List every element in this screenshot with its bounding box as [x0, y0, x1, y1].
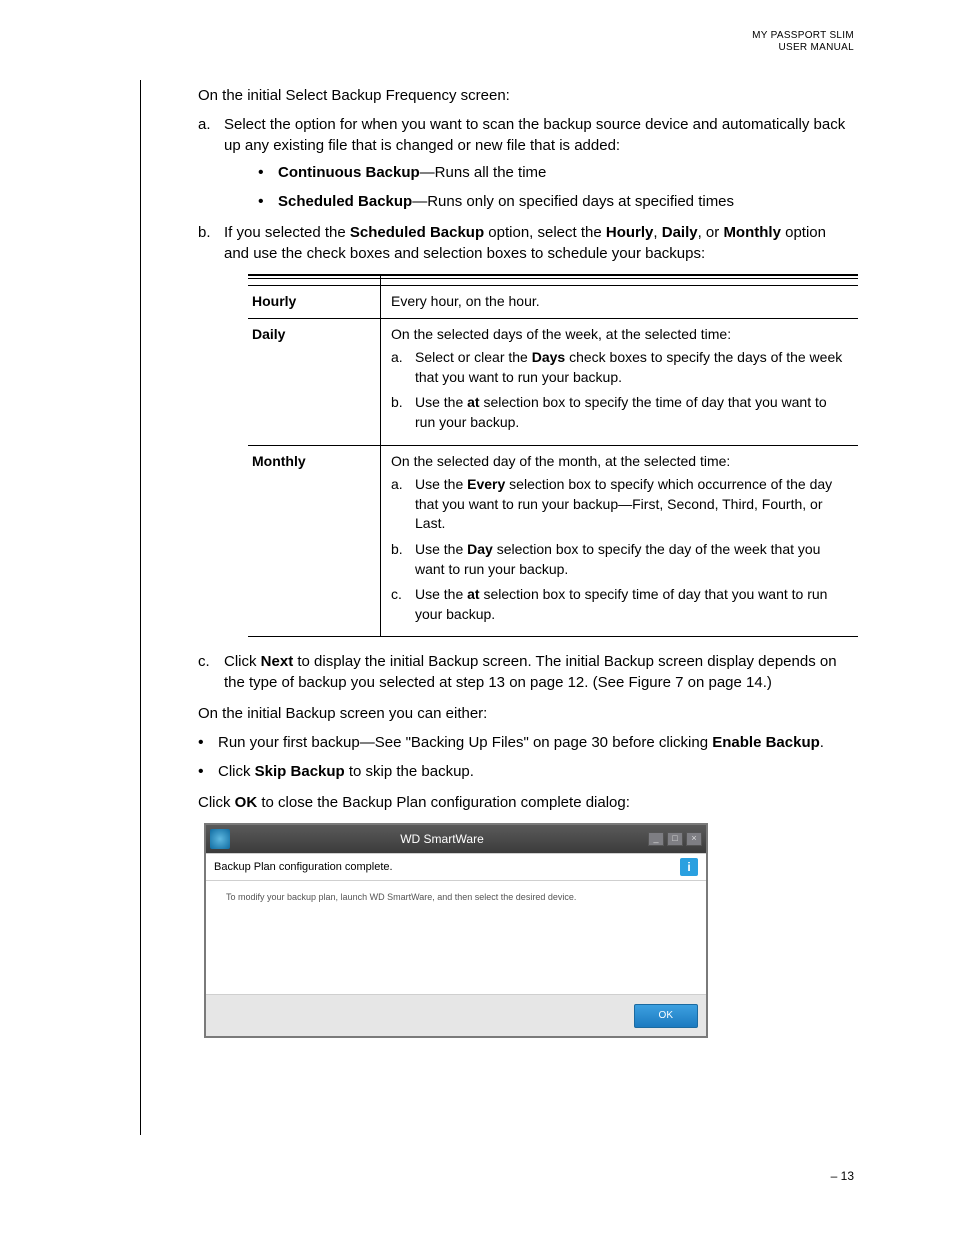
dialog-footer: OK [206, 994, 706, 1036]
table-row-daily: Daily On the selected days of the week, … [248, 318, 858, 445]
info-icon: i [680, 858, 698, 876]
page-number: – 13 [831, 1168, 854, 1185]
intro-text: On the initial Select Backup Frequency s… [198, 85, 854, 106]
header-line1: MY PASSPORT SLIM [752, 30, 854, 42]
step-c: c. Click Next to display the initial Bac… [198, 651, 854, 693]
dialog-window: WD SmartWare _ □ × Backup Plan configura… [204, 823, 708, 1038]
maximize-icon[interactable]: □ [667, 832, 683, 846]
dialog-message-row: Backup Plan configuration complete. i [206, 853, 706, 881]
close-icon[interactable]: × [686, 832, 702, 846]
step-c-label: c. [198, 651, 210, 672]
post-bullet-2: Click Skip Backup to skip the backup. [198, 761, 854, 782]
schedule-table: Hourly Every hour, on the hour. Daily On… [248, 274, 858, 637]
step-a-text: Select the option for when you want to s… [224, 116, 845, 154]
minimize-icon[interactable]: _ [648, 832, 664, 846]
margin-rule [140, 80, 141, 1135]
post-bullets: Run your first backup—See "Backing Up Fi… [198, 732, 854, 782]
ok-button[interactable]: OK [634, 1004, 698, 1028]
step-a: a. Select the option for when you want t… [198, 114, 854, 212]
header-product: MY PASSPORT SLIM USER MANUAL [752, 30, 854, 54]
bullet-scheduled: Scheduled Backup—Runs only on specified … [258, 191, 854, 212]
table-row-hourly: Hourly Every hour, on the hour. [248, 286, 858, 319]
table-row-monthly: Monthly On the selected day of the month… [248, 445, 858, 637]
bullet-continuous: Continuous Backup—Runs all the time [258, 162, 854, 183]
main-steps: a. Select the option for when you want t… [198, 114, 854, 693]
body-content: On the initial Select Backup Frequency s… [198, 85, 854, 1038]
step-b-label: b. [198, 222, 211, 243]
step-b: b. If you selected the Scheduled Backup … [198, 222, 854, 637]
dialog-titlebar: WD SmartWare _ □ × [206, 825, 706, 853]
dialog-title: WD SmartWare [236, 831, 648, 848]
step-a-label: a. [198, 114, 211, 135]
step-a-bullets: Continuous Backup—Runs all the time Sche… [258, 162, 854, 212]
app-icon [210, 829, 230, 849]
header-line2: USER MANUAL [752, 42, 854, 54]
close-line: Click OK to close the Backup Plan config… [198, 792, 854, 813]
dialog-message: Backup Plan configuration complete. [214, 860, 393, 875]
post-bullet-1: Run your first backup—See "Backing Up Fi… [198, 732, 854, 753]
post-intro: On the initial Backup screen you can eit… [198, 703, 854, 724]
dialog-subtext: To modify your backup plan, launch WD Sm… [206, 881, 706, 994]
